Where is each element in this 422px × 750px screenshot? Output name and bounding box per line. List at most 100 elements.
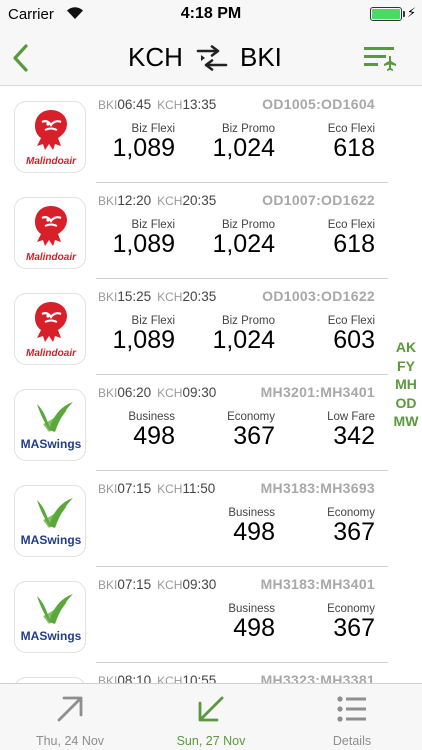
- flight-row[interactable]: Malindoair BKI12:20 KCH20:35 OD1007:OD162…: [0, 183, 422, 279]
- departure-code: BKI: [98, 290, 118, 304]
- arrival-time: 20:35: [182, 289, 217, 304]
- fare-option[interactable]: Biz Flexi 1,089: [112, 123, 175, 161]
- maswings-wing-icon: MASwings: [21, 402, 82, 451]
- index-item-ak[interactable]: AK: [390, 338, 422, 357]
- status-time: 4:18 PM: [180, 5, 242, 22]
- flight-times: BKI07:15 KCH11:50: [98, 481, 221, 496]
- fare-option[interactable]: Economy 367: [227, 411, 275, 449]
- flight-times: BKI15:25 KCH20:35: [98, 289, 222, 304]
- arrival-code: KCH: [157, 386, 183, 400]
- index-item-od[interactable]: OD: [390, 394, 422, 413]
- tab-details[interactable]: Details: [282, 684, 422, 750]
- flight-number: MH3323:MH3381: [260, 672, 375, 683]
- departure-code: BKI: [98, 386, 118, 400]
- svg-text:Malindoair: Malindoair: [26, 156, 77, 167]
- flight-row[interactable]: MASwings BKI07:15 KCH11:50 MH3183:MH3693 …: [0, 471, 422, 567]
- flight-times: BKI12:20 KCH20:35: [98, 193, 222, 208]
- arrival-code: KCH: [157, 290, 183, 304]
- departure-time: 06:20: [117, 385, 152, 400]
- fare-price: 367: [333, 518, 375, 546]
- fare-price: 1,024: [212, 326, 275, 354]
- flight-number: MH3183:MH3401: [260, 576, 375, 592]
- fare-option[interactable]: Biz Promo 1,024: [212, 219, 275, 257]
- fare-price: 1,024: [212, 230, 275, 258]
- fare-price: 1,089: [112, 230, 175, 258]
- tab-current-date[interactable]: Sun, 27 Nov: [141, 684, 281, 750]
- svg-text:Malindoair: Malindoair: [26, 252, 77, 263]
- flight-row[interactable]: Malindoair BKI06:45 KCH13:35 OD1005:OD160…: [0, 87, 422, 183]
- flight-row[interactable]: MASwings BKI08:10KCH10:55 MH3323:MH3381: [0, 663, 422, 683]
- arrival-code: KCH: [157, 674, 183, 683]
- maswings-wing-icon: MASwings: [21, 498, 82, 547]
- fare-price: 367: [333, 614, 375, 642]
- fare-price: 342: [333, 422, 375, 450]
- fare-price: 603: [333, 326, 375, 354]
- departure-code: BKI: [98, 98, 118, 112]
- svg-text:MASwings: MASwings: [21, 437, 82, 451]
- fare-option[interactable]: Business 498: [228, 507, 275, 545]
- back-button[interactable]: [8, 40, 36, 76]
- departure-code: BKI: [98, 674, 118, 683]
- airline-logo: Malindoair: [14, 293, 86, 365]
- charging-icon: ⚡: [407, 5, 417, 20]
- nav-bar: KCH BKI: [0, 30, 422, 86]
- fare-option[interactable]: Business 498: [128, 411, 175, 449]
- departure-time: 15:25: [117, 289, 152, 304]
- flight-row[interactable]: MASwings BKI07:15 KCH09:30 MH3183:MH3401 …: [0, 567, 422, 663]
- flight-times: BKI06:45 KCH13:35: [98, 97, 222, 112]
- fare-option[interactable]: Business 498: [228, 603, 275, 641]
- airline-logo: Malindoair: [14, 197, 86, 269]
- fare-option[interactable]: Economy 367: [327, 507, 375, 545]
- departure-code: BKI: [98, 194, 118, 208]
- flight-number: OD1007:OD1622: [262, 192, 375, 208]
- fare-price: 498: [133, 422, 175, 450]
- fare-price: 367: [233, 422, 275, 450]
- filter-airline-button[interactable]: [362, 44, 398, 72]
- fare-option[interactable]: Low Fare 342: [327, 411, 375, 449]
- index-item-mw[interactable]: MW: [390, 412, 422, 431]
- fare-option[interactable]: Biz Promo 1,024: [212, 315, 275, 353]
- flight-number: MH3201:MH3401: [260, 384, 375, 400]
- index-item-fy[interactable]: FY: [390, 357, 422, 376]
- departure-time: 07:15: [117, 481, 152, 496]
- svg-text:MASwings: MASwings: [21, 533, 82, 547]
- arrival-time: 09:30: [182, 577, 217, 592]
- fare-option[interactable]: Eco Flexi 603: [328, 315, 375, 353]
- fare-option[interactable]: Biz Promo 1,024: [212, 123, 275, 161]
- malindo-lion-icon: Malindoair: [26, 302, 77, 359]
- tab-label: Sun, 27 Nov: [176, 734, 246, 748]
- fare-option[interactable]: Economy 367: [327, 603, 375, 641]
- flight-number: OD1005:OD1604: [262, 96, 375, 112]
- arrival-code: KCH: [157, 578, 183, 592]
- fare-option[interactable]: Eco Flexi 618: [328, 123, 375, 161]
- flight-number: MH3183:MH3693: [260, 480, 375, 496]
- arrival-time: 10:55: [182, 673, 217, 683]
- fare-option[interactable]: Eco Flexi 618: [328, 219, 375, 257]
- airline-logo: Malindoair: [14, 101, 86, 173]
- fare-option[interactable]: Biz Flexi 1,089: [112, 219, 175, 257]
- departure-code: BKI: [98, 482, 118, 496]
- malindo-lion-icon: Malindoair: [26, 206, 77, 263]
- fare-option[interactable]: Biz Flexi 1,089: [112, 315, 175, 353]
- malindo-lion-icon: Malindoair: [26, 110, 77, 167]
- departure-time: 06:45: [117, 97, 152, 112]
- battery-tip: [403, 11, 405, 17]
- flight-row[interactable]: MASwings BKI06:20 KCH09:30 MH3201:MH3401 …: [0, 375, 422, 471]
- arrow-up-right-icon: [57, 696, 83, 722]
- fare-price: 498: [233, 518, 275, 546]
- airline-logo: MASwings: [14, 485, 86, 557]
- fare-price: 618: [333, 134, 375, 162]
- battery-icon: [370, 7, 402, 21]
- tab-bar: Thu, 24 Nov Sun, 27 Nov Details: [0, 683, 422, 750]
- svg-text:MASwings: MASwings: [21, 629, 82, 643]
- flight-row[interactable]: Malindoair BKI15:25 KCH20:35 OD1003:OD162…: [0, 279, 422, 375]
- flight-list[interactable]: Malindoair BKI06:45 KCH13:35 OD1005:OD160…: [0, 87, 422, 683]
- destination-code: BKI: [240, 42, 282, 72]
- index-item-mh[interactable]: MH: [390, 375, 422, 394]
- flight-times: BKI07:15 KCH09:30: [98, 577, 222, 592]
- arrival-time: 09:30: [182, 385, 217, 400]
- departure-code: BKI: [98, 578, 118, 592]
- arrival-code: KCH: [157, 194, 183, 208]
- tab-previous-date[interactable]: Thu, 24 Nov: [0, 684, 140, 750]
- airline-index[interactable]: AK FY MH OD MW: [390, 338, 422, 431]
